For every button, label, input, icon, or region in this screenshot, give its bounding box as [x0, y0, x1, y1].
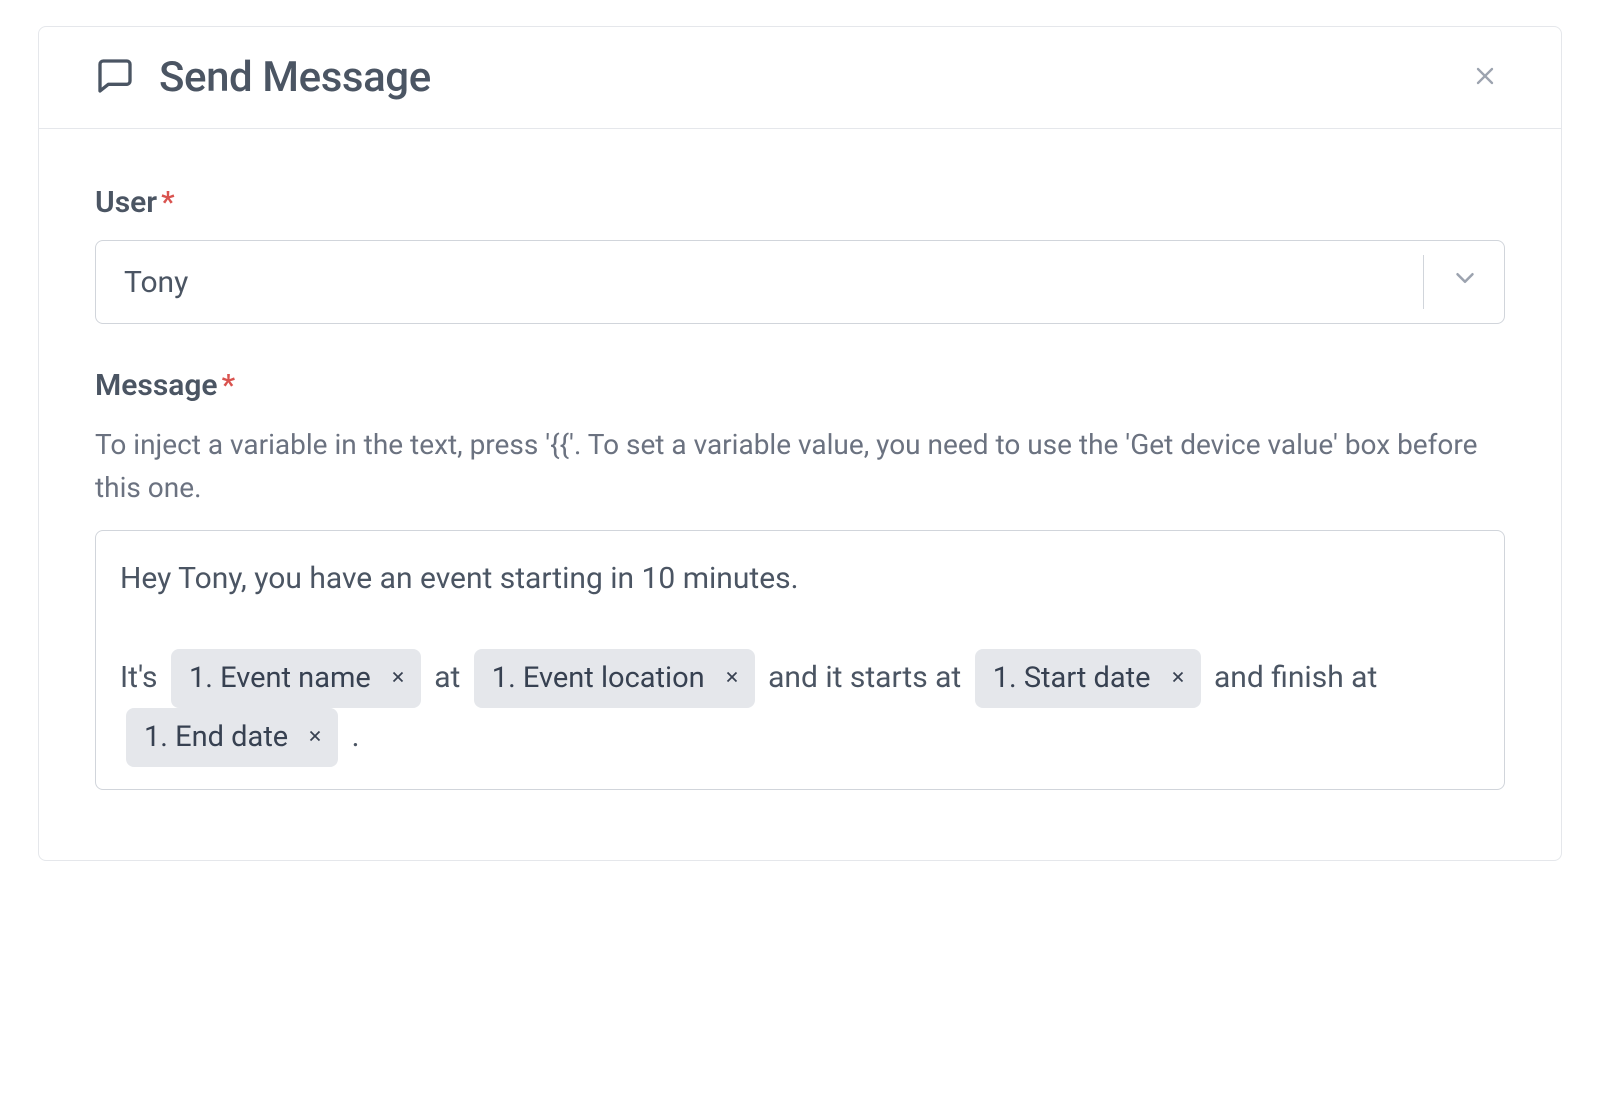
message-helper-text: To inject a variable in the text, press … [95, 423, 1505, 510]
card-body: User* Tony Message* To inject a variable… [39, 129, 1561, 860]
editor-text-segment: . [344, 719, 359, 754]
user-field: User* Tony [95, 185, 1505, 324]
title-wrap: Send Message [95, 53, 1465, 102]
card-header: Send Message [39, 27, 1561, 129]
user-label-text: User [95, 185, 157, 220]
chip-label: 1. Event name [189, 653, 371, 704]
select-separator [1423, 255, 1424, 309]
close-icon [389, 668, 407, 689]
user-label: User* [95, 185, 1505, 220]
variable-chip-start-date[interactable]: 1. Start date [975, 649, 1201, 708]
required-mark: * [222, 368, 235, 403]
editor-text-segment: It's [120, 660, 165, 695]
chip-remove-button[interactable] [389, 668, 407, 689]
editor-line-1: Hey Tony, you have an event starting in … [120, 553, 1480, 606]
chevron-down-icon [1450, 263, 1480, 301]
message-editor[interactable]: Hey Tony, you have an event starting in … [95, 530, 1505, 790]
message-icon [95, 56, 135, 100]
close-icon [723, 668, 741, 689]
required-mark: * [161, 185, 174, 220]
message-label: Message* [95, 368, 1505, 403]
user-select-value: Tony [124, 265, 188, 300]
editor-text-segment: at [427, 660, 468, 695]
send-message-card: Send Message User* Tony Message* [38, 26, 1562, 861]
chip-remove-button[interactable] [723, 668, 741, 689]
chip-remove-button[interactable] [306, 727, 324, 748]
close-button[interactable] [1465, 56, 1505, 99]
editor-text-segment: and it starts at [761, 660, 969, 695]
editor-text-segment: and finish at [1207, 660, 1378, 695]
editor-line-2: It's 1. Event name at 1. Event location … [120, 649, 1480, 767]
close-icon [1471, 78, 1499, 93]
variable-chip-end-date[interactable]: 1. End date [126, 708, 338, 767]
chip-label: 1. Start date [993, 653, 1151, 704]
close-icon [1169, 668, 1187, 689]
close-icon [306, 727, 324, 748]
message-field: Message* To inject a variable in the tex… [95, 368, 1505, 790]
message-label-text: Message [95, 368, 218, 403]
user-select[interactable]: Tony [95, 240, 1505, 324]
variable-chip-event-location[interactable]: 1. Event location [474, 649, 755, 708]
chip-label: 1. End date [144, 712, 288, 763]
chip-label: 1. Event location [492, 653, 705, 704]
page-title: Send Message [159, 53, 431, 102]
variable-chip-event-name[interactable]: 1. Event name [171, 649, 421, 708]
chip-remove-button[interactable] [1169, 668, 1187, 689]
